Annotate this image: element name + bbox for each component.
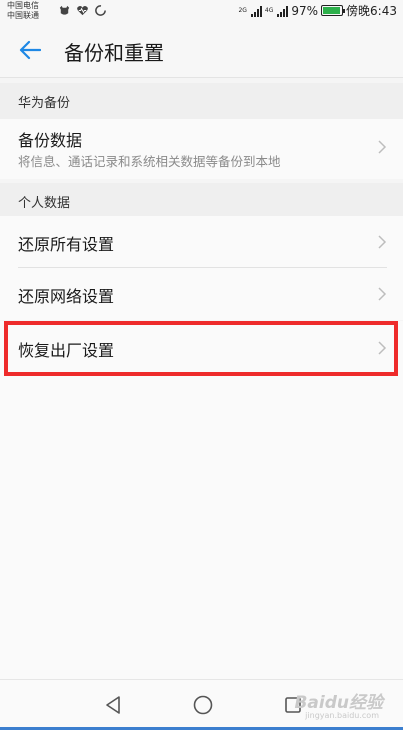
backup-data-item[interactable]: 备份数据 将信息、通话记录和系统相关数据等备份到本地 [0,119,403,179]
triangle-back-icon [106,696,120,714]
status-bar: 中国电信 中国联通 2G 4G 97% 傍晚6:43 [0,0,403,22]
back-arrow-icon [19,40,41,60]
carrier-labels: 中国电信 中国联通 [7,1,39,21]
nav-back-button[interactable] [100,692,126,718]
nav-home-button[interactable] [190,692,216,718]
circle-home-icon [193,695,213,715]
reset-all-settings-item[interactable]: 还原所有设置 [0,216,403,268]
reset-network-settings-label: 还原网络设置 [18,287,115,306]
cow-icon [59,5,70,15]
watermark-logo: Baidu经验 [294,693,383,713]
section-header-personal-data: 个人数据 [0,183,403,219]
battery-fill [323,7,341,14]
status-right: 2G 4G 97% 傍晚6:43 [238,2,397,19]
sync-icon [95,5,106,16]
backup-data-subtitle: 将信息、通话记录和系统相关数据等备份到本地 [18,154,281,169]
chevron-right-icon [378,287,387,301]
chevron-right-icon [378,235,387,249]
highlight-box [4,321,398,376]
carrier-1: 中国电信 [7,1,39,10]
reset-network-settings-item[interactable]: 还原网络设置 [0,268,403,320]
backup-data-title: 备份数据 [18,131,83,150]
empty-content-area [0,376,403,679]
network-type-1: 2G [238,7,247,14]
carrier-2: 中国联通 [7,11,39,20]
signal-icon-1 [250,5,262,17]
app-header: 备份和重置 [0,22,403,78]
navigation-bar: Baidu经验 jingyan.baidu.com [0,679,403,730]
battery-percent: 97% [291,3,319,18]
page-title: 备份和重置 [64,41,164,65]
reset-all-settings-label: 还原所有设置 [18,235,115,254]
watermark-url: jingyan.baidu.com [305,711,379,720]
signal-icon-2 [277,5,289,17]
heart-pulse-icon [77,6,88,16]
back-button[interactable] [16,36,44,64]
chevron-right-icon [378,140,387,154]
section-header-huawei-backup: 华为备份 [0,83,403,119]
notification-icons [58,4,107,17]
network-type-2: 4G [264,7,274,14]
clock: 傍晚6:43 [346,4,397,18]
battery-icon [321,5,346,16]
